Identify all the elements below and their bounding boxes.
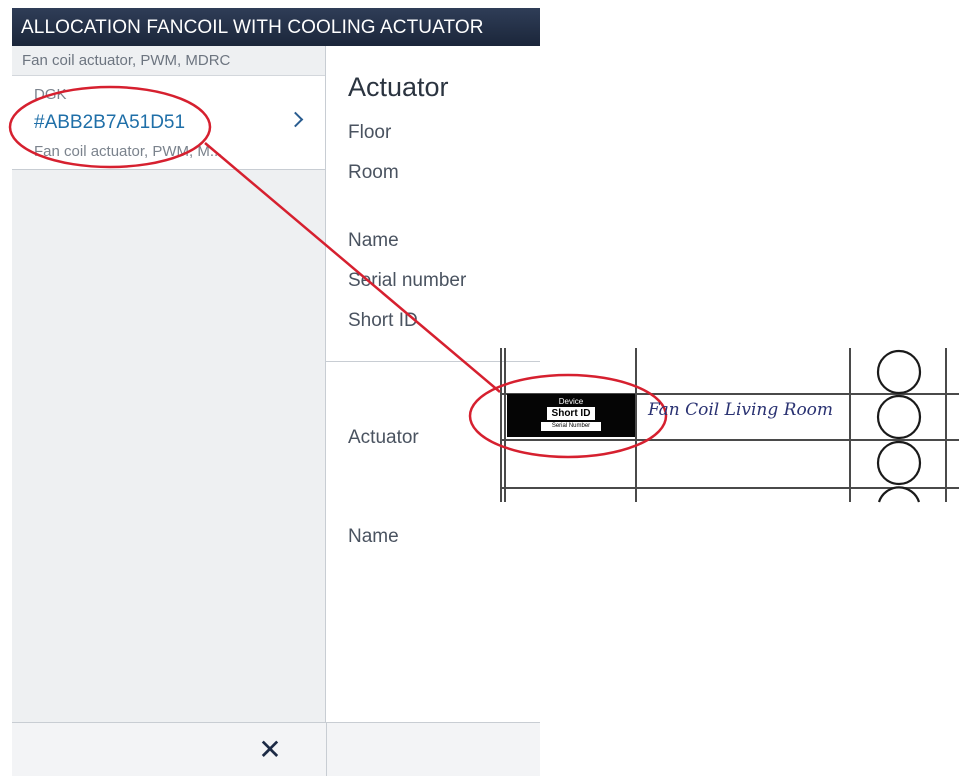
detail-pane: Actuator Floor Room Name Serial number S… bbox=[326, 46, 540, 722]
circle-mark bbox=[876, 440, 922, 486]
device-kind: DGK bbox=[34, 86, 67, 103]
floor-label: Floor bbox=[348, 122, 392, 143]
chevron-right-icon bbox=[287, 111, 304, 128]
section-divider bbox=[326, 361, 540, 362]
actuator-label: Actuator bbox=[348, 427, 419, 448]
circle-mark bbox=[876, 349, 922, 395]
device-description: Fan coil actuator, PWM, M... bbox=[34, 143, 223, 160]
device-label-sticker: Device Short ID Serial Number bbox=[507, 394, 635, 437]
close-button[interactable]: ✕ bbox=[252, 733, 288, 767]
dialog-title: ALLOCATION FANCOIL WITH COOLING ACTUATOR bbox=[12, 8, 540, 46]
actuator-name-label: Name bbox=[348, 526, 399, 547]
sticker-device-text: Device bbox=[558, 397, 584, 406]
device-list-item[interactable]: DGK #ABB2B7A51D51 Fan coil actuator, PWM… bbox=[12, 76, 325, 170]
footer-separator bbox=[326, 723, 327, 776]
name-label: Name bbox=[348, 230, 399, 251]
device-list-pane: Fan coil actuator, PWM, MDRC DGK #ABB2B7… bbox=[12, 46, 326, 722]
room-label: Room bbox=[348, 162, 399, 183]
circle-mark bbox=[877, 486, 921, 503]
handwritten-room-label: Fan Coil Living Room bbox=[648, 400, 834, 420]
serial-number-label: Serial number bbox=[348, 270, 467, 291]
label-table-circles bbox=[876, 349, 922, 503]
device-list-header: Fan coil actuator, PWM, MDRC bbox=[12, 46, 325, 76]
sticker-short-id-text: Short ID bbox=[547, 407, 595, 420]
circle-mark bbox=[876, 394, 922, 440]
detail-title: Actuator bbox=[348, 72, 449, 102]
sticker-serial-text: Serial Number bbox=[541, 422, 601, 431]
short-id-label: Short ID bbox=[348, 310, 418, 331]
close-icon: ✕ bbox=[258, 734, 282, 765]
dialog-footer: ✕ bbox=[12, 722, 540, 776]
device-id: #ABB2B7A51D51 bbox=[34, 112, 186, 133]
